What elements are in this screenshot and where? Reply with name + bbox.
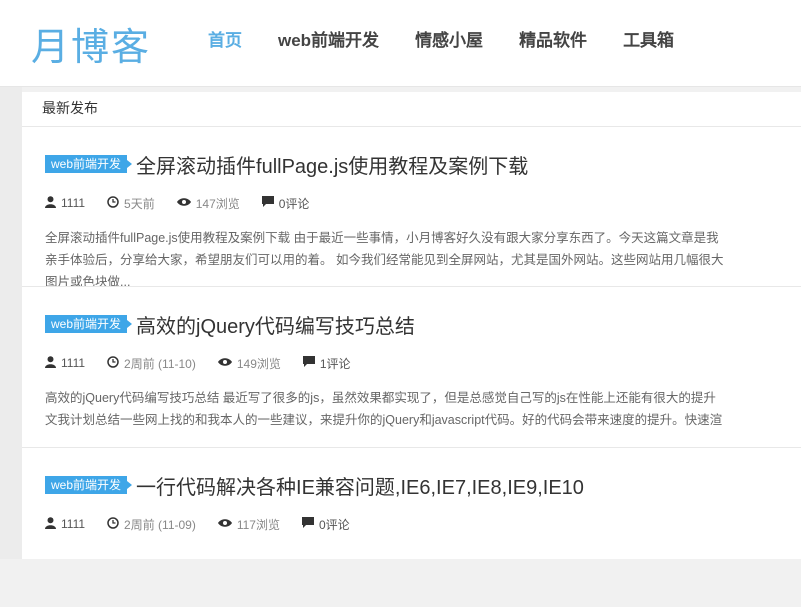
time-meta: 2周前 (11-09) bbox=[107, 516, 196, 533]
author-meta: 1111 bbox=[45, 516, 85, 532]
nav-item-home[interactable]: 首页 bbox=[190, 28, 260, 54]
post-time: 5天前 bbox=[124, 196, 155, 211]
comment-count[interactable]: 0评论 bbox=[319, 516, 350, 533]
post-item: web前端开发 全屏滚动插件fullPage.js使用教程及案例下载 1111 … bbox=[22, 127, 801, 287]
time-meta: 5天前 bbox=[107, 195, 155, 212]
post-title-link[interactable]: 高效的jQuery代码编写技巧总结 bbox=[136, 310, 415, 339]
eye-icon bbox=[217, 517, 232, 531]
site-logo[interactable]: 月博客 bbox=[31, 16, 151, 71]
nav-item-tools[interactable]: 工具箱 bbox=[605, 28, 692, 54]
excerpt-line: 全屏滚动插件fullPage.js使用教程及案例下载 由于最近一些事情，小月博客… bbox=[45, 231, 719, 245]
post-time: 2周前 (11-09) bbox=[124, 517, 196, 532]
nav-item-software[interactable]: 精品软件 bbox=[501, 28, 605, 54]
category-badge[interactable]: web前端开发 bbox=[45, 315, 133, 333]
clock-icon bbox=[107, 195, 119, 211]
views-meta: 117浏览 bbox=[217, 516, 280, 533]
post-excerpt: 高效的jQuery代码编写技巧总结 最近写了很多的js，虽然效果都实现了，但是总… bbox=[45, 387, 801, 431]
nav-item-web-frontend[interactable]: web前端开发 bbox=[260, 28, 397, 54]
user-icon bbox=[45, 355, 56, 371]
comment-count[interactable]: 0评论 bbox=[279, 195, 310, 212]
eye-icon bbox=[176, 196, 191, 210]
left-gutter bbox=[0, 87, 22, 559]
category-badge[interactable]: web前端开发 bbox=[45, 476, 133, 494]
eye-icon bbox=[217, 356, 232, 370]
author-meta: 1111 bbox=[45, 195, 85, 211]
views-meta: 147浏览 bbox=[176, 195, 240, 212]
view-count: 117浏览 bbox=[236, 517, 280, 532]
comment-icon bbox=[261, 196, 274, 210]
view-count: 149浏览 bbox=[236, 356, 281, 371]
time-meta: 2周前 (11-10) bbox=[107, 355, 196, 372]
comments-meta: 1评论 bbox=[302, 355, 351, 372]
author-name[interactable]: 1111 bbox=[61, 196, 85, 210]
comment-icon bbox=[301, 517, 314, 531]
post-excerpt: 全屏滚动插件fullPage.js使用教程及案例下载 由于最近一些事情，小月博客… bbox=[45, 227, 801, 287]
comment-count[interactable]: 1评论 bbox=[320, 355, 351, 372]
excerpt-line: 图片或色块做... bbox=[45, 275, 131, 287]
view-count: 147浏览 bbox=[195, 196, 240, 211]
main-nav: 首页 web前端开发 情感小屋 精品软件 工具箱 bbox=[190, 28, 692, 54]
excerpt-line: 文我计划总结一些网上找的和我本人的一些建议，来提升你的jQuery和javasc… bbox=[45, 413, 723, 427]
post-item: web前端开发 一行代码解决各种IE兼容问题,IE6,IE7,IE8,IE9,I… bbox=[22, 448, 801, 607]
section-title: 最新发布 bbox=[22, 92, 801, 127]
user-icon bbox=[45, 195, 56, 211]
views-meta: 149浏览 bbox=[217, 355, 281, 372]
comments-meta: 0评论 bbox=[301, 516, 350, 533]
post-meta: 1111 5天前 147浏览 0评论 bbox=[45, 195, 801, 211]
comments-meta: 0评论 bbox=[261, 195, 310, 212]
post-meta: 1111 2周前 (11-09) 117浏览 0评论 bbox=[45, 516, 801, 532]
clock-icon bbox=[107, 516, 119, 532]
user-icon bbox=[45, 516, 56, 532]
author-name[interactable]: 1111 bbox=[61, 517, 85, 531]
post-item: web前端开发 高效的jQuery代码编写技巧总结 1111 2周前 (11-1… bbox=[22, 287, 801, 448]
category-badge[interactable]: web前端开发 bbox=[45, 155, 133, 173]
nav-item-emotion[interactable]: 情感小屋 bbox=[397, 28, 501, 54]
author-name[interactable]: 1111 bbox=[61, 356, 85, 370]
post-title-link[interactable]: 全屏滚动插件fullPage.js使用教程及案例下载 bbox=[136, 150, 528, 179]
clock-icon bbox=[107, 355, 119, 371]
post-title-link[interactable]: 一行代码解决各种IE兼容问题,IE6,IE7,IE8,IE9,IE10 bbox=[136, 471, 584, 500]
post-meta: 1111 2周前 (11-10) 149浏览 1评论 bbox=[45, 355, 801, 371]
site-header: 月博客 首页 web前端开发 情感小屋 精品软件 工具箱 bbox=[0, 0, 801, 87]
author-meta: 1111 bbox=[45, 355, 85, 371]
post-list: 最新发布 web前端开发 全屏滚动插件fullPage.js使用教程及案例下载 … bbox=[22, 92, 801, 559]
comment-icon bbox=[302, 356, 315, 370]
excerpt-line: 高效的jQuery代码编写技巧总结 最近写了很多的js，虽然效果都实现了，但是总… bbox=[45, 391, 716, 405]
post-time: 2周前 (11-10) bbox=[124, 356, 196, 371]
excerpt-line: 亲手体验后，分享给大家，希望朋友们可以用的着。 如今我们经常能见到全屏网站，尤其… bbox=[45, 253, 724, 267]
